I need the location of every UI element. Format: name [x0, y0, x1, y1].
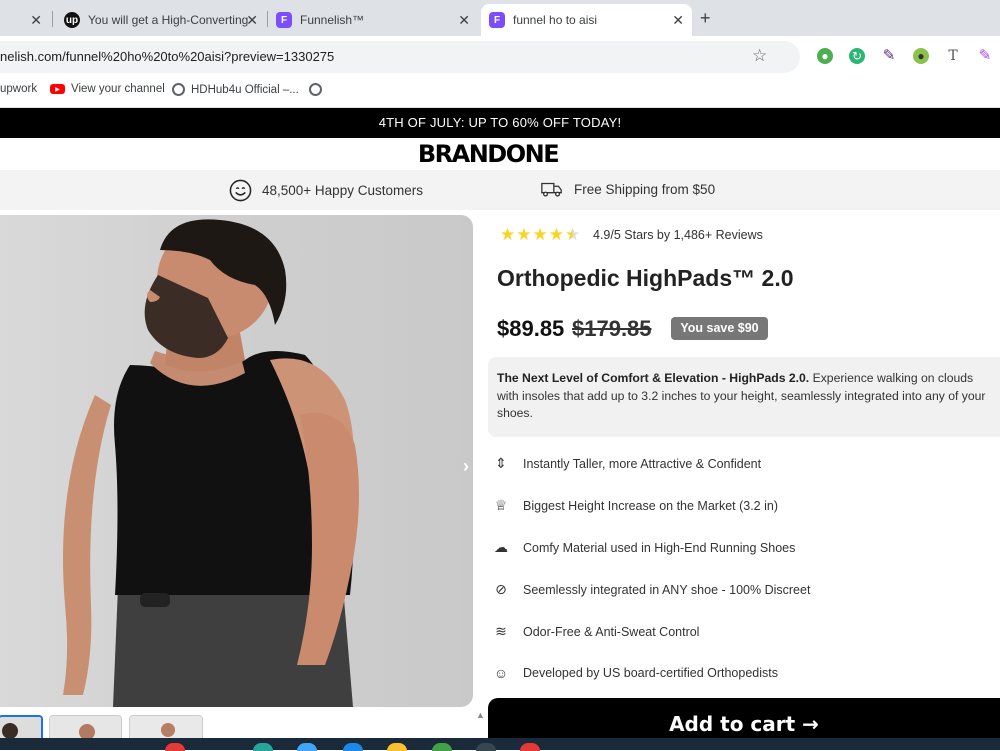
feature-item: ☺ Developed by US board-certified Orthop…	[490, 665, 778, 681]
feature-text: Odor-Free & Anti-Sweat Control	[523, 624, 700, 639]
truck-icon	[541, 182, 562, 197]
gallery-next-arrow-icon[interactable]: ›	[463, 456, 469, 477]
feature-text: Comfy Material used in High-End Running …	[523, 540, 796, 555]
feature-item: ⊘ Seemlessly integrated in ANY shoe - 10…	[490, 581, 810, 598]
scroll-up-arrow-icon[interactable]: ▲	[476, 710, 485, 720]
tab-2[interactable]: F Funnelish™ ✕	[270, 4, 478, 36]
customers-text: 48,500+ Happy Customers	[262, 183, 423, 198]
product-title: Orthopedic HighPads™ 2.0	[497, 265, 794, 291]
star-icon: ★	[516, 225, 532, 244]
tab-label: funnel ho to aisi	[513, 13, 598, 27]
tab-0[interactable]: ✕	[0, 4, 52, 36]
tab-close-icon[interactable]: ✕	[30, 12, 42, 29]
shipping-text: Free Shipping from $50	[574, 181, 716, 197]
feature-item: ⇕ Instantly Taller, more Attractive & Co…	[490, 455, 761, 472]
trust-bar: 48,500+ Happy Customers Free Shipping fr…	[0, 170, 1000, 210]
star-icon: ★	[532, 225, 548, 244]
upwork-favicon-icon: up	[64, 12, 80, 28]
tab-1[interactable]: up You will get a High-Converting ✕	[56, 4, 266, 36]
half-star-icon: ★	[565, 225, 581, 244]
eye-off-icon: ⊘	[495, 581, 507, 597]
star-icon: ★	[548, 225, 564, 244]
lightbulb-icon[interactable]: ●	[913, 48, 929, 64]
url-text[interactable]: nelish.com/funnel%20ho%20to%20aisi?previ…	[0, 49, 334, 64]
product-description: The Next Level of Comfort & Elevation - …	[488, 357, 1000, 437]
youtube-icon: ▶	[50, 84, 65, 94]
tab-close-icon[interactable]: ✕	[458, 12, 470, 29]
funnelish-favicon-icon: F	[276, 12, 292, 28]
text-t-icon[interactable]: T	[945, 48, 961, 64]
description-headline: The Next Level of Comfort & Elevation - …	[497, 371, 810, 385]
globe-icon	[309, 83, 322, 96]
globe-ext-icon[interactable]: ●	[817, 48, 833, 64]
feature-text: Developed by US board-certified Orthoped…	[523, 666, 778, 680]
model-photo	[63, 219, 359, 707]
bookmark-label: HDHub4u Official –...	[191, 83, 299, 96]
browser-tab-bar: ✕ up You will get a High-Converting ✕ F …	[0, 0, 1000, 36]
bookmark-youtube[interactable]: ▶ View your channel	[50, 83, 165, 95]
tab-close-icon[interactable]: ✕	[246, 12, 258, 29]
bookmark-star-icon[interactable]: ☆	[752, 46, 767, 66]
feature-text: Seemlessly integrated in ANY shoe - 100%…	[523, 582, 811, 597]
wind-icon: ≋	[495, 623, 507, 639]
bookmark-label: View your channel	[71, 83, 165, 95]
bookmarks-bar: upwork ▶ View your channel HDHub4u Offic…	[0, 78, 1000, 108]
eyedropper-icon[interactable]: ✎	[881, 48, 897, 64]
tab-3-active[interactable]: F funnel ho to aisi ✕	[481, 4, 692, 36]
feature-item: ♕ Biggest Height Increase on the Market …	[490, 497, 778, 514]
bookmark-globe[interactable]	[309, 83, 322, 96]
tab-separator	[52, 11, 53, 27]
announcement-bar: 4TH OF JULY: UP TO 60% OFF TODAY!	[0, 108, 1000, 138]
savings-badge: You save $90	[671, 317, 768, 340]
funnelish-favicon-icon: F	[489, 12, 505, 28]
bookmark-label: upwork	[0, 83, 38, 95]
feature-text: Instantly Taller, more Attractive & Conf…	[523, 456, 762, 471]
rating-text: 4.9/5 Stars by 1,486+ Reviews	[593, 228, 763, 242]
trophy-icon: ♕	[494, 497, 508, 513]
original-price: $179.85	[572, 316, 652, 341]
new-tab-button[interactable]: +	[700, 8, 711, 29]
refresh-ext-icon[interactable]: ↻	[849, 48, 865, 64]
smile-icon	[229, 179, 252, 202]
current-price: $89.85	[497, 316, 565, 341]
feature-item: ☁ Comfy Material used in High-End Runnin…	[490, 539, 795, 556]
height-icon: ⇕	[495, 455, 507, 471]
bookmark-hdhub[interactable]: HDHub4u Official –...	[172, 83, 299, 96]
feature-text: Biggest Height Increase on the Market (3…	[523, 498, 778, 513]
pen-icon[interactable]: ✎	[977, 48, 993, 64]
tab-close-icon[interactable]: ✕	[672, 12, 684, 29]
product-main-image[interactable]	[0, 215, 473, 707]
free-shipping: Free Shipping from $50	[540, 179, 715, 199]
os-taskbar	[0, 738, 1000, 750]
bookmark-upwork[interactable]: upwork	[0, 83, 37, 95]
rating-stars: ★ ★ ★ ★ ★	[500, 225, 580, 245]
brand-logo[interactable]: BRANDONE	[0, 138, 976, 170]
happy-customers: 48,500+ Happy Customers	[229, 179, 423, 202]
address-bar[interactable]: nelish.com/funnel%20ho%20to%20aisi?previ…	[0, 41, 800, 73]
globe-icon	[172, 83, 185, 96]
cloud-icon: ☁	[494, 539, 508, 555]
head-icon: ☺	[493, 665, 509, 681]
star-icon: ★	[500, 225, 516, 244]
tab-label: You will get a High-Converting	[88, 13, 249, 27]
tab-label: Funnelish™	[300, 13, 365, 27]
tab-separator	[267, 11, 268, 27]
feature-item: ≋ Odor-Free & Anti-Sweat Control	[490, 623, 699, 640]
